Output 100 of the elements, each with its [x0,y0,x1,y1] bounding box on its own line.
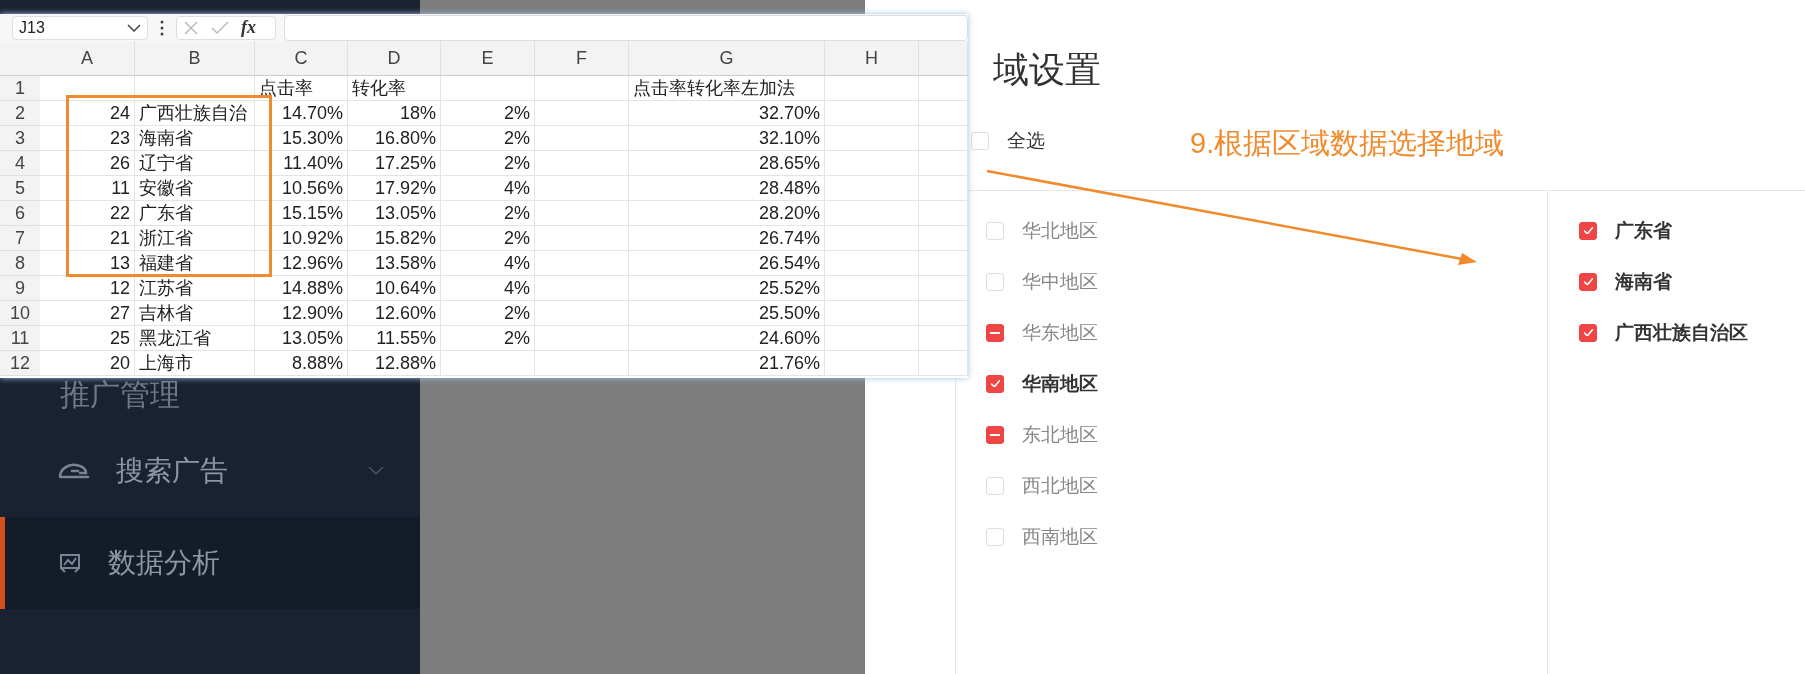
table-cell: 2% [441,226,535,251]
row-header[interactable]: 6 [0,201,40,226]
column-header[interactable]: C [255,41,348,76]
table-cell: 21.76% [629,351,825,376]
table-cell: 17.92% [348,176,441,201]
table-cell: 4% [441,276,535,301]
column-header[interactable]: E [441,41,535,76]
table-cell: 8.88% [255,351,348,376]
table-cell: 26.54% [629,251,825,276]
menu-heading: 推广管理 [60,376,180,413]
province-checkbox[interactable]: 广东省 [1579,205,1805,256]
column-header[interactable]: D [348,41,441,76]
table-cell: 28.20% [629,201,825,226]
table-cell: 32.10% [629,126,825,151]
province-checkbox[interactable]: 广西壮族自治区 [1579,307,1805,358]
row-header[interactable]: 2 [0,101,40,126]
table-cell: 14.70% [255,101,348,126]
row-header[interactable]: 3 [0,126,40,151]
table-cell: 26.74% [629,226,825,251]
row-header[interactable]: 4 [0,151,40,176]
region-checkbox[interactable]: 西南地区 [986,511,1547,562]
annotation-text: 9.根据区域数据选择地域 [1190,126,1505,161]
table-cell: 27 [40,301,135,326]
table-cell: 25 [40,326,135,351]
select-all-corner[interactable] [0,41,40,76]
table-cell: 20 [40,351,135,376]
table-cell: 21 [40,226,135,251]
table-cell [919,251,968,276]
menu-item[interactable]: 数据分析 [0,517,420,609]
table-cell: 点击率转化率左加法 [629,76,825,101]
column-header[interactable]: F [535,41,629,76]
select-all-checkbox[interactable]: 全选 [971,128,1045,154]
region-checkbox[interactable]: 西北地区 [986,460,1547,511]
table-cell: 广西壮族自治 [135,101,255,126]
chart-icon [58,551,82,575]
table-cell: 32.70% [629,101,825,126]
row-header[interactable]: 11 [0,326,40,351]
insert-function-button[interactable]: fx [241,17,256,38]
table-cell: 13.05% [348,201,441,226]
table-cell: 12.88% [348,351,441,376]
table-cell: 2% [441,201,535,226]
table-cell: 22 [40,201,135,226]
check-icon[interactable] [211,19,229,36]
table-cell [919,126,968,151]
table-cell: 11.40% [255,151,348,176]
table-cell: 浙江省 [135,226,255,251]
table-cell: 海南省 [135,126,255,151]
region-checkbox[interactable]: 华北地区 [986,205,1547,256]
row-header[interactable]: 10 [0,301,40,326]
region-checkbox[interactable]: 华南地区 [986,358,1547,409]
table-cell [919,201,968,226]
region-checkbox[interactable]: 华中地区 [986,256,1547,307]
table-cell [919,301,968,326]
name-box[interactable]: J13 [12,15,148,40]
row-header[interactable]: 5 [0,176,40,201]
column-header[interactable]: A [40,41,135,76]
region-checkbox[interactable]: 华东地区 [986,307,1547,358]
table-cell: 23 [40,126,135,151]
table-cell: 24.60% [629,326,825,351]
table-cell [919,326,968,351]
table-cell: 安徽省 [135,176,255,201]
drawer-title: 域设置 [992,48,1102,92]
table-cell: 12.90% [255,301,348,326]
column-header[interactable] [919,41,968,76]
table-cell: 25.50% [629,301,825,326]
checkmark-icon [990,380,1000,387]
column-header[interactable]: G [629,41,825,76]
table-cell: 15.15% [255,201,348,226]
table-cell: 2% [441,326,535,351]
menu-item[interactable]: 搜索广告 [0,425,420,517]
row-header[interactable]: 9 [0,276,40,301]
table-cell: 18% [348,101,441,126]
column-header[interactable]: B [135,41,255,76]
table-cell [919,101,968,126]
checkmark-icon [1583,329,1593,336]
table-cell: 14.88% [255,276,348,301]
chevron-down-icon [368,466,384,476]
column-header[interactable]: H [825,41,919,76]
row-header[interactable]: 7 [0,226,40,251]
table-cell: 上海市 [135,351,255,376]
cancel-icon[interactable] [183,19,199,36]
table-cell [919,226,968,251]
table-cell: 15.82% [348,226,441,251]
row-header[interactable]: 8 [0,251,40,276]
table-cell: 13.05% [255,326,348,351]
table-cell: 辽宁省 [135,151,255,176]
province-checkbox[interactable]: 海南省 [1579,256,1805,307]
minus-icon [990,331,1000,334]
table-cell: 11.55% [348,326,441,351]
table-cell: 12.60% [348,301,441,326]
more-icon[interactable] [160,19,164,36]
region-checkbox[interactable]: 东北地区 [986,409,1547,460]
row-header[interactable]: 1 [0,76,40,101]
table-cell: 吉林省 [135,301,255,326]
table-cell: 11 [40,176,135,201]
table-cell: 28.48% [629,176,825,201]
formula-input[interactable] [284,14,968,41]
table-cell: 10.64% [348,276,441,301]
row-header[interactable]: 12 [0,351,40,376]
table-cell: 2% [441,101,535,126]
